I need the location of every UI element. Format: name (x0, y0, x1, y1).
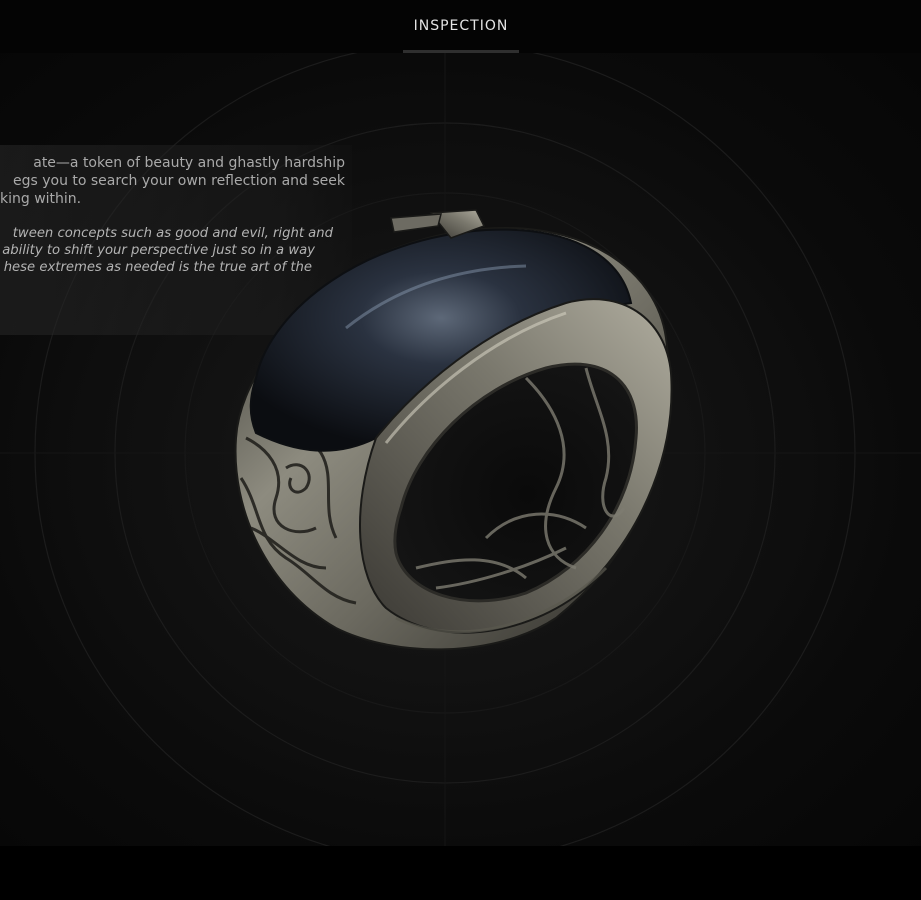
description-line: king within. (0, 191, 82, 207)
description-line: ate—a token of beauty and ghastly hardsh… (33, 155, 345, 171)
ring-icon[interactable] (226, 208, 678, 658)
item-description: ate—a token of beauty and ghastly hardsh… (0, 154, 345, 208)
bottom-bar (0, 846, 921, 900)
tab-inspection-label: INSPECTION (413, 17, 509, 34)
top-bar: INSPECTION (0, 0, 921, 53)
inspection-screen: INSPECTION ate—a token of beauty and gha… (0, 0, 921, 900)
description-line: egs you to search your own reflection an… (12, 173, 345, 189)
tab-inspection[interactable]: INSPECTION (403, 0, 519, 53)
